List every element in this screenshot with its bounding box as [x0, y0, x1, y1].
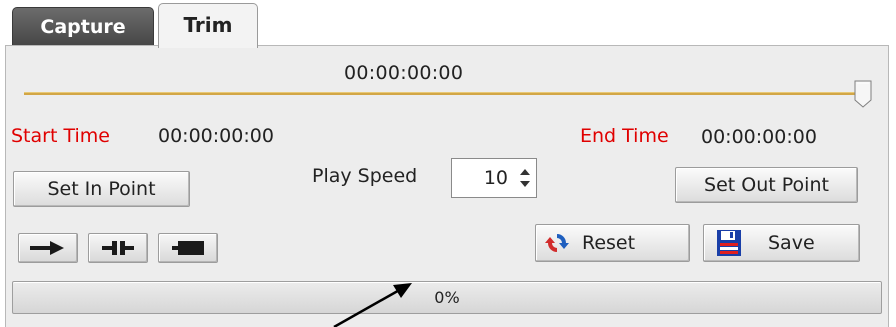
tab-bar: Capture Trim: [0, 0, 896, 48]
tab-capture[interactable]: Capture: [12, 7, 154, 45]
play-speed-label: Play Speed: [312, 165, 418, 187]
set-in-point-label: Set In Point: [47, 178, 156, 200]
progress-bar: 0%: [12, 281, 882, 314]
slider-thumb[interactable]: [854, 80, 872, 108]
end-time-label: End Time: [580, 125, 669, 147]
progress-text: 0%: [434, 288, 460, 307]
play-button[interactable]: [18, 233, 78, 263]
play-speed-stepper[interactable]: 10: [451, 158, 537, 198]
tab-trim[interactable]: Trim: [158, 3, 258, 48]
play-speed-value: 10: [483, 167, 508, 189]
save-icon: [717, 230, 741, 256]
set-out-point-button[interactable]: Set Out Point: [675, 167, 858, 203]
play-icon: [30, 241, 64, 255]
reset-label: Reset: [582, 232, 636, 254]
current-time: 00:00:00:00: [344, 62, 464, 84]
set-in-point-button[interactable]: Set In Point: [13, 171, 190, 207]
save-button[interactable]: Save: [703, 224, 860, 262]
pause-icon: [102, 241, 134, 255]
save-label: Save: [768, 232, 815, 254]
reset-button[interactable]: Reset: [535, 224, 690, 262]
start-time-label: Start Time: [11, 125, 110, 147]
set-out-point-label: Set Out Point: [704, 174, 829, 196]
end-time-value: 00:00:00:00: [701, 126, 817, 148]
stepper-down-icon[interactable]: [520, 181, 530, 187]
start-time-value: 00:00:00:00: [158, 125, 274, 147]
timeline-slider-track[interactable]: [24, 92, 862, 95]
stop-icon: [172, 241, 204, 255]
stepper-up-icon[interactable]: [520, 169, 530, 175]
reset-icon: [545, 234, 569, 252]
tab-capture-label: Capture: [40, 15, 126, 38]
stop-button[interactable]: [158, 233, 218, 263]
pause-button[interactable]: [88, 233, 148, 263]
trim-panel: 00:00:00:00 Start Time 00:00:00:00 End T…: [5, 45, 889, 327]
tab-trim-label: Trim: [183, 13, 233, 37]
